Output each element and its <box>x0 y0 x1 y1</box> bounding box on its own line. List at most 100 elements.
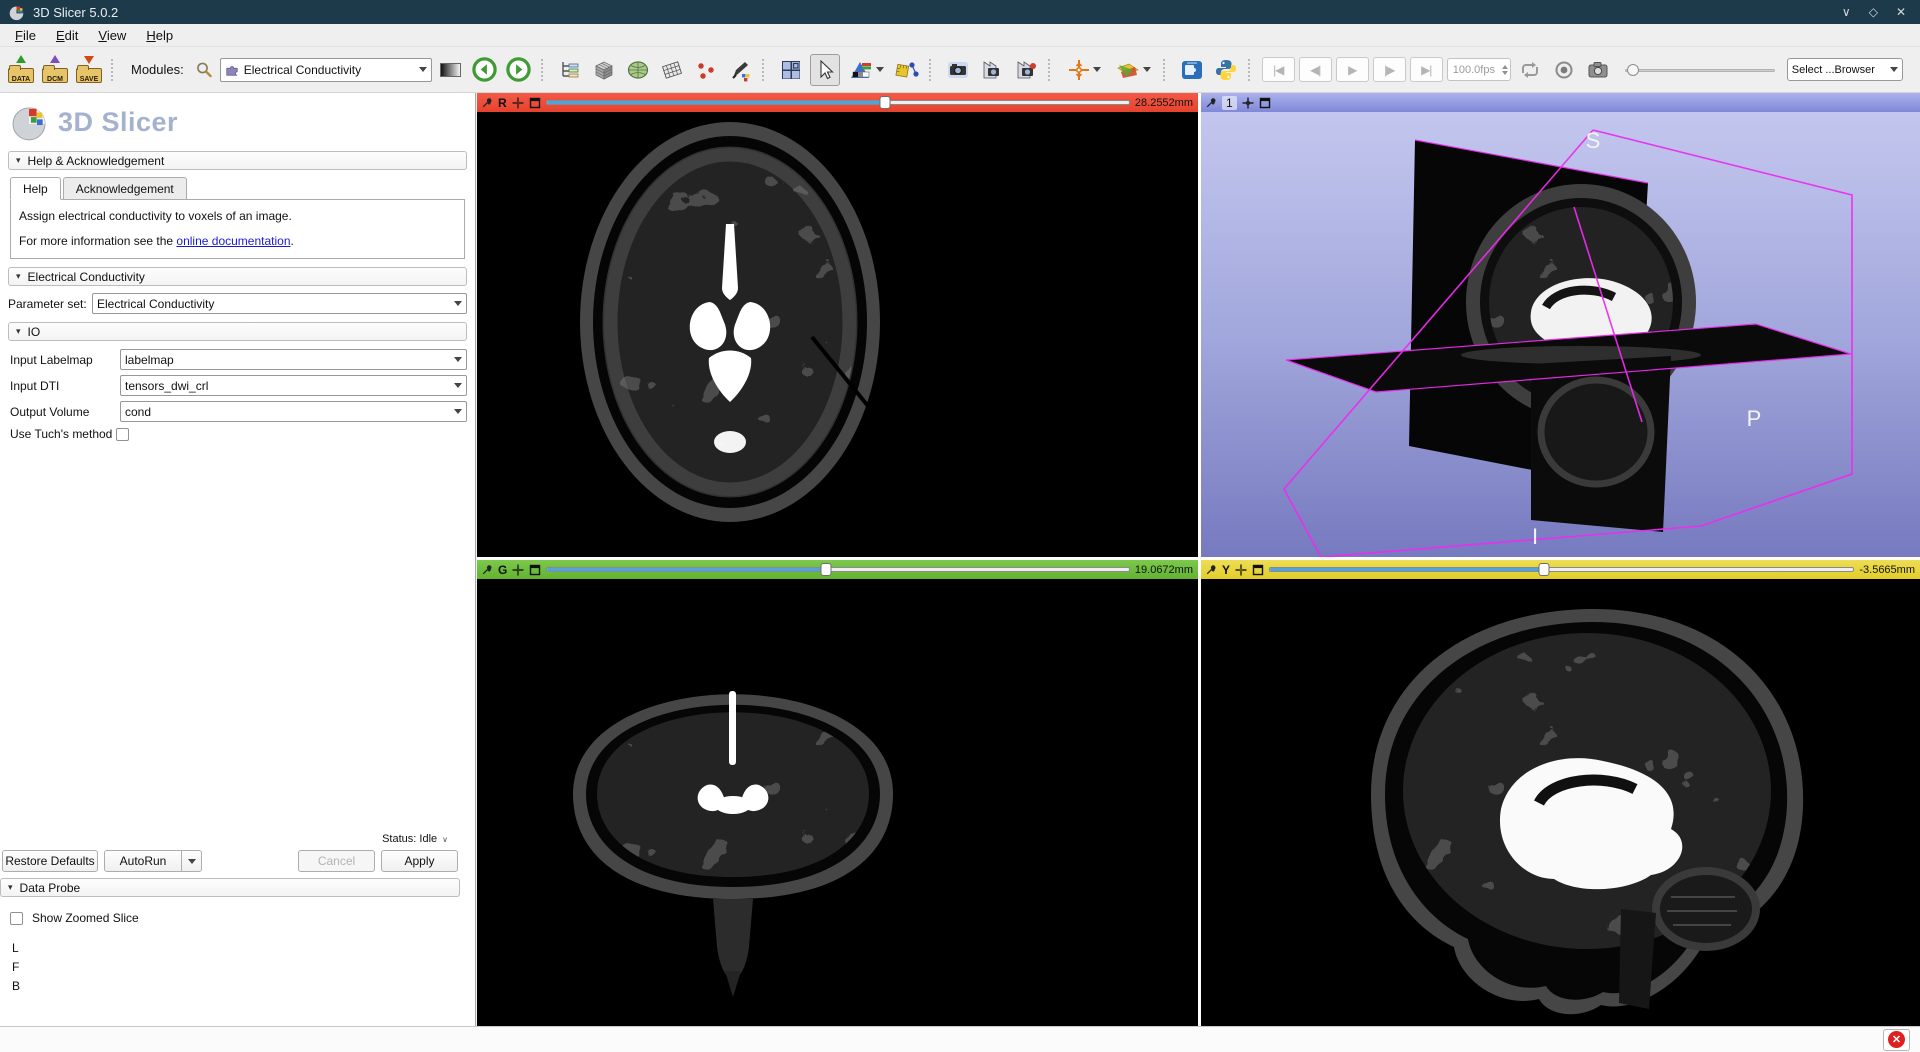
sagittal-slice-image[interactable] <box>1201 579 1920 1026</box>
menu-file[interactable]: File <box>6 26 45 45</box>
input-labelmap-combobox[interactable]: labelmap <box>120 349 467 370</box>
sequence-record-button[interactable] <box>1549 54 1579 86</box>
module-finder-button[interactable] <box>192 54 216 86</box>
input-dti-combobox[interactable]: tensors_dwi_crl <box>120 375 467 396</box>
restore-defaults-button[interactable]: Restore Defaults <box>2 850 98 872</box>
green-slice-offset-slider[interactable] <box>546 563 1130 576</box>
crosshair-small-icon[interactable] <box>512 564 524 576</box>
module-selector-combobox[interactable]: Electrical Conductivity <box>220 58 432 82</box>
parameter-set-combobox[interactable]: Electrical Conductivity <box>92 293 467 314</box>
autorun-dropdown-button[interactable] <box>182 850 202 872</box>
yellow-slice-viewport[interactable]: Y -3.5665mm <box>1201 560 1920 1026</box>
green-slice-viewport[interactable]: G 19.0672mm <box>477 560 1198 1026</box>
io-section-header[interactable]: ▾ IO <box>8 322 467 341</box>
close-button[interactable]: ✕ <box>1896 5 1906 19</box>
measurements-button[interactable] <box>892 54 922 86</box>
output-volume-combobox[interactable]: cond <box>120 401 467 422</box>
coronal-slice-image[interactable] <box>477 579 1198 1026</box>
apply-button[interactable]: Apply <box>381 850 458 872</box>
threed-viewport[interactable]: 1 <box>1201 93 1920 557</box>
spinner-arrows-icon[interactable] <box>1502 65 1508 75</box>
maximize-button[interactable]: ◇ <box>1869 5 1878 19</box>
slice-visibility-icon[interactable] <box>529 564 541 576</box>
markups-module-button[interactable] <box>691 54 721 86</box>
sequence-last-frame-button[interactable]: ▶| <box>1410 57 1443 82</box>
subject-hierarchy-button[interactable] <box>555 54 585 86</box>
tab-acknowledgement[interactable]: Acknowledgement <box>63 177 187 200</box>
crosshair-small-icon[interactable] <box>512 97 524 109</box>
module-section-header[interactable]: ▾ Electrical Conductivity <box>8 267 467 286</box>
sequence-first-frame-button[interactable]: |◀ <box>1262 57 1295 82</box>
status-expand-icon[interactable]: ∨ <box>442 837 448 842</box>
screenshot-button[interactable] <box>943 54 973 86</box>
window-level-button[interactable] <box>844 54 888 86</box>
show-zoomed-slice-checkbox[interactable] <box>10 912 23 925</box>
sequence-next-frame-button[interactable]: |▶ <box>1373 57 1406 82</box>
volumes-module-button[interactable] <box>589 54 619 86</box>
yellow-slice-offset-slider[interactable] <box>1269 563 1854 576</box>
sceneview-restore-button[interactable] <box>1011 54 1041 86</box>
module-back-button[interactable] <box>470 54 500 86</box>
window-maximize-icon[interactable] <box>1259 97 1271 109</box>
axis-label-f: F <box>12 960 460 974</box>
module-forward-button[interactable] <box>504 54 534 86</box>
mouse-interaction-button[interactable] <box>810 54 840 86</box>
chevron-down-icon <box>454 383 462 388</box>
cancel-button[interactable]: Cancel <box>298 850 375 872</box>
screenshot-camera-icon <box>946 58 970 82</box>
red-slice-offset-slider[interactable] <box>546 96 1130 109</box>
load-data-button[interactable]: DATA <box>6 54 36 86</box>
online-documentation-link[interactable]: online documentation <box>176 234 290 248</box>
transforms-module-button[interactable] <box>657 54 687 86</box>
pushpin-icon[interactable] <box>1206 97 1217 108</box>
red-slice-viewport[interactable]: R 28.2552mm <box>477 93 1198 557</box>
threed-scene[interactable]: S P I <box>1201 112 1920 557</box>
minimize-button[interactable]: ∨ <box>1842 5 1851 19</box>
pushpin-icon[interactable] <box>1206 564 1217 575</box>
load-dicom-button[interactable]: DCM <box>40 54 70 86</box>
sequence-previous-frame-button[interactable]: ◀| <box>1299 57 1332 82</box>
fps-spinbox[interactable]: 100.0fps <box>1447 58 1511 81</box>
data-probe-section-header[interactable]: ▾ Data Probe <box>0 878 460 897</box>
sceneview-save-button[interactable] <box>977 54 1007 86</box>
input-labelmap-row: Input Labelmap labelmap <box>8 349 467 370</box>
tuch-method-checkbox[interactable] <box>116 428 129 441</box>
show-zoomed-slice-label: Show Zoomed Slice <box>32 911 139 925</box>
crosshair-small-icon[interactable] <box>1242 97 1254 109</box>
crosshair-small-icon[interactable] <box>1235 564 1247 576</box>
slice-intersections-button[interactable] <box>1110 54 1156 86</box>
slider-handle[interactable] <box>1627 64 1639 76</box>
module-section-title: Electrical Conductivity <box>28 270 145 284</box>
red-slice-offset-value: 28.2552mm <box>1135 97 1193 109</box>
sequence-play-button[interactable]: ▶ <box>1336 57 1369 82</box>
help-section-header[interactable]: ▾ Help & Acknowledgement <box>8 151 467 170</box>
slice-visibility-icon[interactable] <box>1252 564 1264 576</box>
slider-handle[interactable] <box>821 563 832 576</box>
sequence-snapshot-button[interactable] <box>1583 54 1613 86</box>
extensions-manager-button[interactable] <box>1177 54 1207 86</box>
sequence-index-slider[interactable] <box>1625 63 1775 77</box>
annotations-module-button[interactable] <box>725 54 755 86</box>
models-module-button[interactable] <box>623 54 653 86</box>
error-log-button[interactable]: ✕ <box>1883 1029 1910 1051</box>
yellow-slice-controller-bar: Y -3.5665mm <box>1201 560 1920 579</box>
sequence-loop-button[interactable] <box>1515 54 1545 86</box>
pushpin-icon[interactable] <box>482 564 493 575</box>
python-console-button[interactable] <box>1211 54 1241 86</box>
pushpin-icon[interactable] <box>482 97 493 108</box>
module-history-button[interactable] <box>436 54 466 86</box>
tab-help[interactable]: Help <box>10 177 61 200</box>
sequence-browser-combobox[interactable]: Select ...Browser <box>1787 58 1903 81</box>
crosshair-button[interactable] <box>1062 54 1106 86</box>
input-dti-label: Input DTI <box>8 379 120 393</box>
menu-help[interactable]: Help <box>137 26 182 45</box>
save-button[interactable]: SAVE <box>74 54 104 86</box>
autorun-button[interactable]: AutoRun <box>104 850 182 872</box>
slider-handle[interactable] <box>879 96 890 109</box>
slider-handle[interactable] <box>1539 563 1550 576</box>
menu-edit[interactable]: Edit <box>47 26 87 45</box>
layout-selector-button[interactable] <box>776 54 806 86</box>
axial-slice-image[interactable] <box>477 112 1198 557</box>
slice-visibility-icon[interactable] <box>529 97 541 109</box>
menu-view[interactable]: View <box>89 26 135 45</box>
